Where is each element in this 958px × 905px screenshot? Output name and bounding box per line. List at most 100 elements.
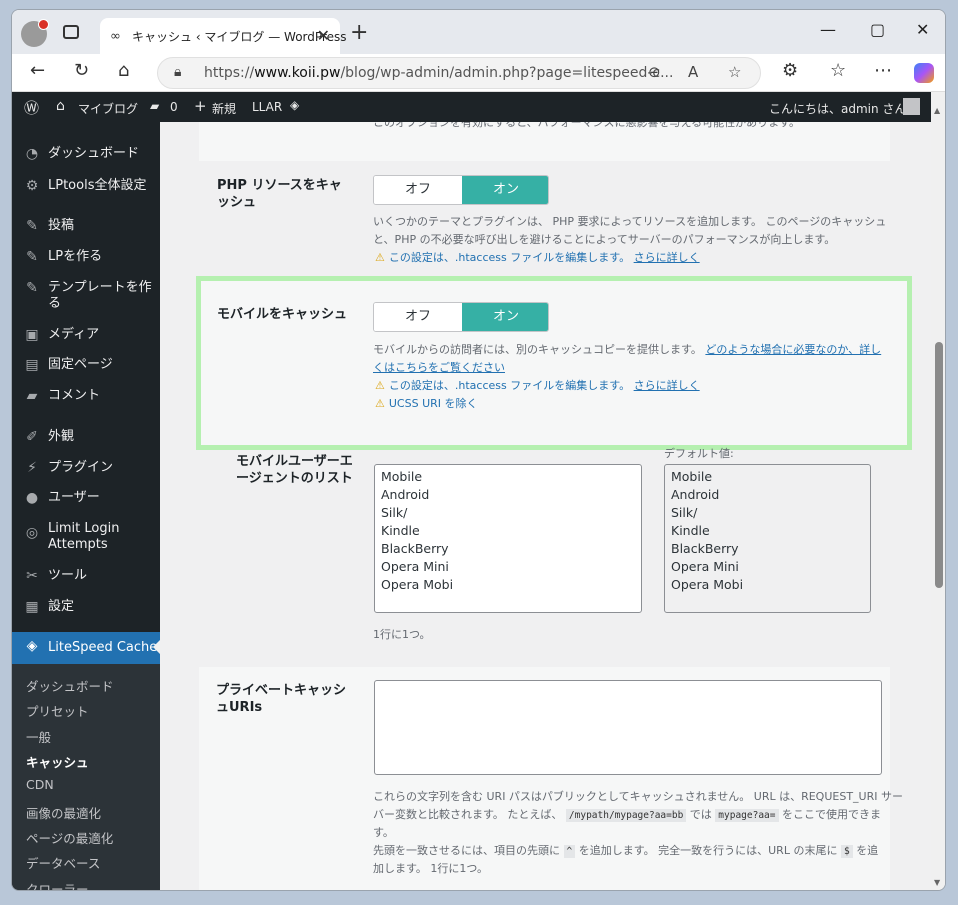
sidebar-item-plugins[interactable]: ⚡ プラグイン xyxy=(12,454,160,484)
page-icon: ▤ xyxy=(25,357,39,373)
tab-bar: ∞ キャッシュ ‹ マイブログ — WordPress ✕ + — ▢ ✕ xyxy=(12,10,945,54)
private-uris-textarea[interactable] xyxy=(374,680,882,775)
tab-title: キャッシュ ‹ マイブログ — WordPress xyxy=(132,30,347,44)
php-cache-off-option[interactable]: オフ xyxy=(374,176,462,204)
submenu-presets[interactable]: プリセット xyxy=(26,701,89,720)
code-example-1: /mypath/mypage?aa=bb xyxy=(565,809,687,822)
previous-description: このオプションを有効にすると、パフォーマンスに悪影響を与える可能性があります。 xyxy=(373,122,801,129)
read-aloud-icon[interactable]: A xyxy=(688,63,698,81)
mobile-ua-hint: 1行に1つ。 xyxy=(373,628,431,641)
page-scrollbar[interactable]: ▲ ▼ xyxy=(931,92,945,890)
plus-icon: + xyxy=(194,97,207,115)
dashboard-icon: ◔ xyxy=(25,146,39,162)
private-uris-description-3: す。 xyxy=(373,826,394,839)
plugin-icon: ⚡ xyxy=(27,460,37,476)
scroll-down-icon[interactable]: ▼ xyxy=(934,878,940,887)
submenu-general[interactable]: 一般 xyxy=(26,727,51,746)
maximize-button[interactable]: ▢ xyxy=(870,20,885,39)
php-cache-learn-more-link[interactable]: さらに詳しく xyxy=(634,251,700,264)
more-menu-icon[interactable]: ⋯ xyxy=(874,60,892,81)
home-icon: ⌂ xyxy=(56,98,65,114)
sidebar-item-limit-login[interactable]: ◎ Limit Login Attempts xyxy=(12,515,160,552)
zoom-icon[interactable]: ⊖ xyxy=(648,63,661,81)
private-uris-description-2: バー変数と比較されます。 たとえば、 /mypath/mypage?aa=bb … xyxy=(373,808,881,822)
sidebar-item-lptools[interactable]: ⚙ LPtools全体設定 xyxy=(12,172,160,202)
browser-tab-active[interactable]: ∞ キャッシュ ‹ マイブログ — WordPress ✕ xyxy=(100,18,346,54)
pin-icon: ✎ xyxy=(26,218,38,234)
submenu-cache[interactable]: キャッシュ xyxy=(26,752,89,771)
highlight-frame xyxy=(196,276,912,450)
wp-admin-bar: Ⓦ ⌂ マイブログ ▰ 0 + 新規 LLAR ◈ こんにちは、admin さん xyxy=(12,92,931,122)
gear-icon: ⚙ xyxy=(25,178,39,194)
litespeed-icon: ◈ xyxy=(26,638,38,654)
address-bar[interactable]: 🔒︎ https://www.koii.pw/blog/wp-admin/adm… xyxy=(157,57,761,89)
copilot-icon[interactable] xyxy=(914,63,934,83)
sidebar-item-create-template[interactable]: ✎ テンプレートを作る xyxy=(12,274,160,314)
close-window-button[interactable]: ✕ xyxy=(916,20,929,39)
wordpress-logo-icon[interactable]: Ⓦ xyxy=(24,97,39,118)
submenu-image-optimization[interactable]: 画像の最適化 xyxy=(26,803,101,822)
code-caret: ^ xyxy=(563,845,576,858)
sidebar-item-create-lp[interactable]: ✎ LPを作る xyxy=(12,243,160,273)
refresh-icon[interactable]: ↻ xyxy=(74,60,89,81)
user-avatar[interactable] xyxy=(903,98,920,115)
llar-link[interactable]: LLAR xyxy=(252,100,282,114)
mobile-ua-textarea[interactable]: Mobile Android Silk/ Kindle BlackBerry O… xyxy=(374,464,642,613)
tab-actions-icon[interactable] xyxy=(63,25,79,39)
sidebar-item-settings[interactable]: ▦ 設定 xyxy=(12,593,160,623)
sidebar-item-litespeed[interactable]: ◈ LiteSpeed Cache xyxy=(12,632,160,664)
php-cache-description-1: いくつかのテーマとプラグインは、 PHP 要求によってリソースを追加します。 こ… xyxy=(373,215,887,228)
submenu-database[interactable]: データベース xyxy=(26,853,100,872)
submenu-page-optimization[interactable]: ページの最適化 xyxy=(26,828,113,847)
back-arrow-icon[interactable]: ← xyxy=(30,60,45,81)
php-cache-label: PHP リソースをキャッシュ xyxy=(217,178,342,210)
php-cache-on-option[interactable]: オン xyxy=(462,176,548,204)
current-arrow xyxy=(153,640,160,654)
minimize-button[interactable]: — xyxy=(820,20,836,39)
php-cache-htaccess-warning: ⚠ この設定は、.htaccess ファイルを編集します。 さらに詳しく xyxy=(375,251,700,264)
sidebar-item-posts[interactable]: ✎ 投稿 xyxy=(12,212,160,242)
private-uris-description-1: これらの文字列を含む URI パスはパブリックとしてキャッシュされません。 UR… xyxy=(373,790,903,803)
sidebar-item-tools[interactable]: ✂ ツール xyxy=(12,562,160,592)
scrollbar-thumb[interactable] xyxy=(935,342,943,588)
php-cache-toggle[interactable]: オフ オン xyxy=(373,175,549,205)
submenu-cdn[interactable]: CDN xyxy=(26,777,54,792)
site-name-link[interactable]: マイブログ xyxy=(78,100,138,117)
litespeed-diamond-icon[interactable]: ◈ xyxy=(290,98,299,112)
sidebar-item-appearance[interactable]: ✐ 外観 xyxy=(12,423,160,453)
url-text[interactable]: https://www.koii.pw/blog/wp-admin/admin.… xyxy=(204,65,673,81)
extensions-icon[interactable]: ⚙ xyxy=(782,60,798,81)
code-dollar: $ xyxy=(840,845,853,858)
default-value-label: デフォルト値: xyxy=(664,447,734,460)
sidebar-item-comments[interactable]: ▰ コメント xyxy=(12,382,160,412)
litespeed-submenu: ダッシュボード プリセット 一般 キャッシュ CDN 画像の最適化 ページの最適… xyxy=(12,664,160,890)
submenu-dashboard[interactable]: ダッシュボード xyxy=(26,676,114,695)
sidebar-item-users[interactable]: ● ユーザー xyxy=(12,484,160,514)
greeting-text[interactable]: こんにちは、admin さん xyxy=(769,100,906,117)
favorite-star-icon[interactable]: ☆ xyxy=(728,63,741,81)
new-tab-icon[interactable]: + xyxy=(350,20,368,45)
shield-icon: ◎ xyxy=(25,525,39,541)
code-example-2: mypage?aa= xyxy=(715,809,779,822)
home-icon[interactable]: ⌂ xyxy=(118,60,129,81)
admin-sidebar: ◔ ダッシュボード ⚙ LPtools全体設定 ✎ 投稿 ✎ LPを作る ✎ テンプレート… xyxy=(12,122,160,890)
favorites-icon[interactable]: ☆ xyxy=(830,60,846,81)
settings-row-previous: このオプションを有効にすると、パフォーマンスに悪影響を与える可能性があります。 xyxy=(199,122,890,161)
brush-icon: ✐ xyxy=(26,429,38,445)
sidebar-item-pages[interactable]: ▤ 固定ページ xyxy=(12,351,160,381)
comment-icon[interactable]: ▰ xyxy=(150,99,159,113)
new-content-link[interactable]: 新規 xyxy=(212,100,236,117)
browser-toolbar: ← ↻ ⌂ 🔒︎ https://www.koii.pw/blog/wp-adm… xyxy=(12,54,945,92)
settings-icon: ▦ xyxy=(25,599,39,615)
sidebar-item-dashboard[interactable]: ◔ ダッシュボード xyxy=(12,140,160,170)
sidebar-item-media[interactable]: ▣ メディア xyxy=(12,321,160,351)
wrench-icon: ✂ xyxy=(26,568,38,584)
private-uris-label: プライベートキャッシュURIs xyxy=(216,683,347,715)
comments-count[interactable]: 0 xyxy=(170,100,178,114)
tab-close-icon[interactable]: ✕ xyxy=(317,26,330,45)
browser-window: ∞ キャッシュ ‹ マイブログ — WordPress ✕ + — ▢ ✕ ← … xyxy=(11,9,946,891)
profile-avatar[interactable] xyxy=(21,19,49,47)
user-icon: ● xyxy=(25,490,39,506)
submenu-crawler[interactable]: クローラー xyxy=(26,879,89,890)
scroll-up-icon[interactable]: ▲ xyxy=(934,106,940,115)
